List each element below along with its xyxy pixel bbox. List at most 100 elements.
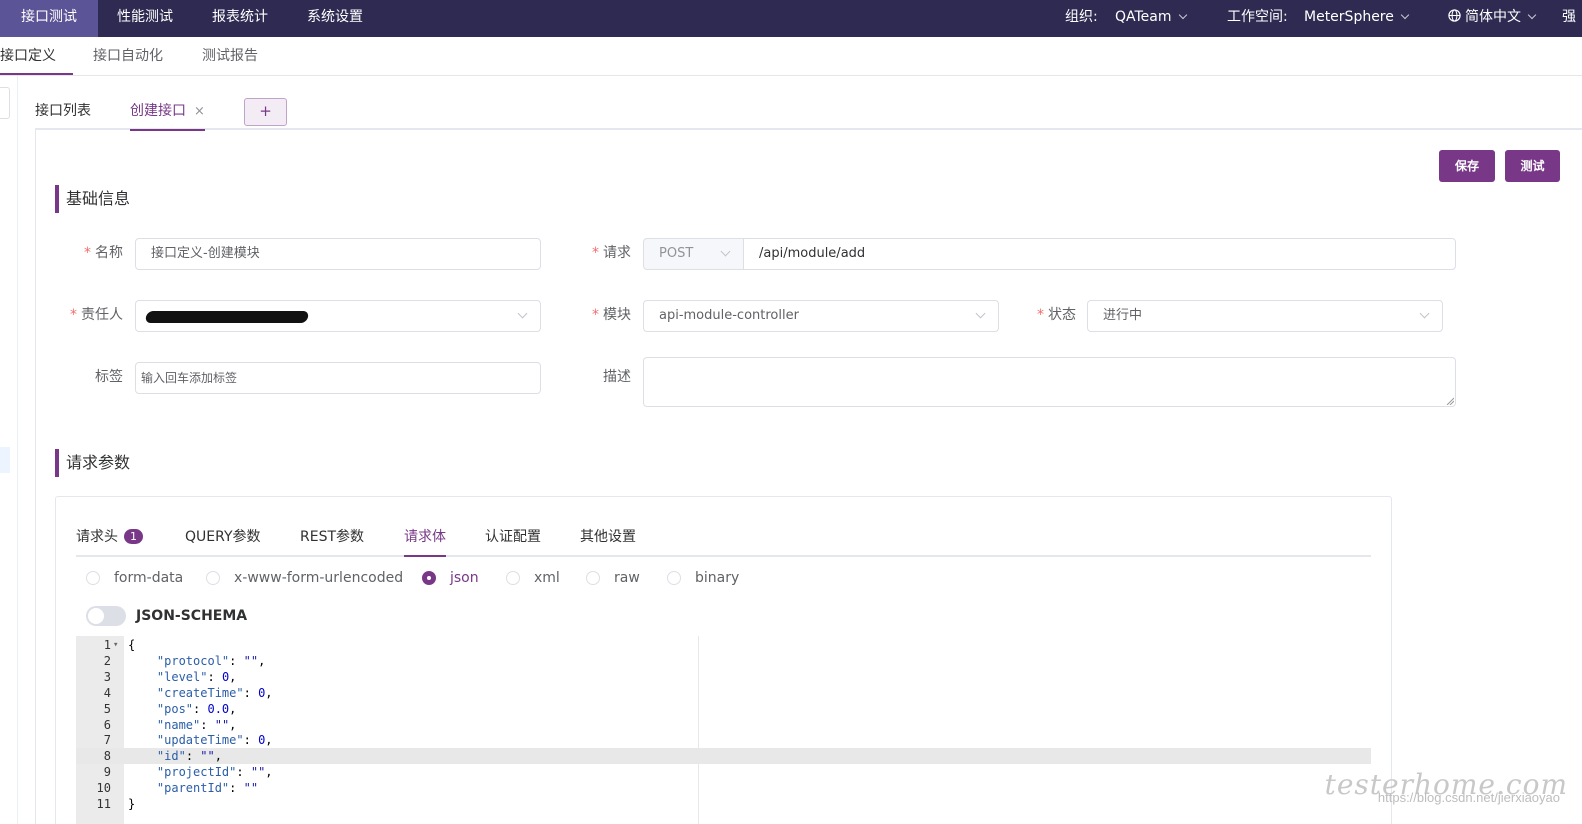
- radio-x-www-form-urlencoded[interactable]: x-www-form-urlencoded: [206, 568, 403, 588]
- nav-performance-test[interactable]: 性能测试: [96, 0, 194, 37]
- owner-select[interactable]: [135, 300, 541, 332]
- required-mark: *: [1037, 307, 1044, 323]
- line-number: 1: [103, 638, 111, 652]
- module-label: * 模块: [575, 299, 631, 331]
- json-schema-label: JSON-SCHEMA: [136, 608, 248, 624]
- path-input[interactable]: /api/module/add: [743, 238, 1456, 270]
- test-button[interactable]: 测试: [1505, 150, 1560, 182]
- radio-raw[interactable]: raw: [586, 568, 640, 588]
- radio-xml[interactable]: xml: [506, 568, 560, 588]
- radio-dot: [86, 571, 100, 585]
- user-menu[interactable]: 强: [1562, 0, 1582, 37]
- status-label-text: 状态: [1048, 307, 1076, 323]
- tab-query-params[interactable]: QUERY参数: [185, 520, 261, 555]
- tab-create-api-label: 创建接口: [130, 103, 186, 119]
- json-value: "": [243, 781, 259, 796]
- code-text: "name": "",: [156, 717, 237, 732]
- tab-request-headers-label: 请求头: [76, 529, 118, 545]
- toggle-knob: [88, 608, 104, 624]
- module-label-text: 模块: [603, 307, 631, 323]
- module-select[interactable]: api-module-controller: [643, 300, 999, 332]
- tab-rest-params[interactable]: REST参数: [300, 520, 364, 555]
- status-select[interactable]: 进行中: [1087, 300, 1443, 332]
- globe-icon: [1448, 9, 1461, 22]
- close-icon[interactable]: ×: [194, 104, 205, 119]
- tab-create-api[interactable]: 创建接口 ×: [130, 96, 205, 131]
- count-badge: 1: [124, 529, 143, 544]
- tab-request-headers[interactable]: 请求头 1: [76, 520, 143, 555]
- path-value: /api/module/add: [759, 246, 866, 261]
- add-tab-button[interactable]: +: [244, 98, 287, 126]
- code-brace: }: [128, 797, 136, 811]
- method-select[interactable]: POST: [643, 238, 744, 270]
- json-editor[interactable]: 1 ▾{2 "protocol": "", 3 "level": 0, 4 "crea…: [76, 636, 1371, 824]
- json-comma: ,: [265, 733, 273, 748]
- json-key: "createTime": [156, 685, 244, 700]
- module-value: api-module-controller: [659, 308, 799, 323]
- name-input[interactable]: 接口定义-创建模块: [135, 238, 541, 270]
- tab-request-body[interactable]: 请求体: [404, 520, 446, 557]
- nav-report[interactable]: 报表统计: [191, 0, 289, 37]
- radio-json[interactable]: json: [422, 568, 479, 588]
- tag-input[interactable]: 输入回车添加标签: [135, 362, 541, 394]
- radio-form-data[interactable]: form-data: [86, 568, 183, 588]
- desc-label: 描述: [603, 369, 631, 385]
- param-tabs: 请求头 1 QUERY参数 REST参数 请求体 认证配置 其他设置: [76, 520, 1371, 557]
- json-comma: ,: [265, 765, 273, 780]
- tab-auth-config[interactable]: 认证配置: [485, 520, 541, 555]
- json-value: "": [243, 653, 259, 668]
- chevron-down-icon: [517, 308, 528, 319]
- code-line: 5 "pos": 0.0,: [76, 701, 1371, 717]
- code-text: "createTime": 0,: [156, 685, 273, 700]
- chevron-down-icon: [720, 246, 731, 257]
- json-comma: ,: [229, 717, 237, 732]
- json-value: "": [200, 749, 215, 764]
- workspace-switcher[interactable]: MeterSphere: [1304, 0, 1410, 37]
- name-label: * 名称: [60, 237, 123, 269]
- line-number: 11: [96, 797, 111, 811]
- request-label: * 请求: [575, 237, 631, 269]
- code-text: "id": "",: [156, 749, 222, 764]
- org-switcher[interactable]: QATeam: [1115, 0, 1187, 37]
- json-key: "projectId": [156, 765, 237, 780]
- fold-icon[interactable]: ▾: [113, 637, 118, 653]
- nav-settings[interactable]: 系统设置: [286, 0, 384, 37]
- subnav-api-definition[interactable]: 接口定义: [0, 37, 73, 75]
- desc-textarea[interactable]: [643, 357, 1456, 407]
- json-value: "": [250, 765, 266, 780]
- workspace-label: 工作空间:: [1227, 9, 1288, 25]
- divider: [35, 130, 36, 824]
- line-number: 6: [103, 717, 111, 732]
- method-value: POST: [659, 246, 694, 261]
- org-label: 组织:: [1065, 9, 1098, 25]
- code-text: "level": 0,: [156, 669, 237, 684]
- radio-binary[interactable]: binary: [667, 568, 739, 588]
- code-line: 4 "createTime": 0,: [76, 685, 1371, 701]
- name-input-value: 接口定义-创建模块: [151, 246, 260, 261]
- tab-api-list[interactable]: 接口列表: [35, 96, 91, 130]
- resize-handle-icon[interactable]: [1446, 397, 1454, 405]
- save-button[interactable]: 保存: [1439, 150, 1495, 182]
- tab-other-settings[interactable]: 其他设置: [580, 520, 636, 555]
- subnav-test-report[interactable]: 测试报告: [202, 37, 258, 75]
- json-key: "parentId": [156, 781, 230, 796]
- json-comma: ,: [229, 701, 237, 716]
- chevron-down-icon: [975, 308, 986, 319]
- code-line: 9 "projectId": "",: [76, 764, 1371, 780]
- code-line: 10 "parentId": "": [76, 780, 1371, 796]
- subnav-api-automation[interactable]: 接口自动化: [93, 37, 163, 75]
- nav-api-test[interactable]: 接口测试: [0, 0, 98, 37]
- json-schema-toggle[interactable]: [86, 606, 126, 626]
- divider: [17, 76, 18, 824]
- required-mark: *: [70, 307, 77, 323]
- language-switcher[interactable]: 简体中文: [1448, 0, 1537, 37]
- workspace-value: MeterSphere: [1304, 9, 1394, 25]
- code-line: 11}: [76, 796, 1371, 812]
- json-key: "level": [156, 669, 208, 684]
- module-tree-selected[interactable]: [0, 447, 10, 473]
- basic-info-title: 基础信息: [55, 185, 130, 213]
- tag-placeholder: 输入回车添加标签: [141, 371, 238, 385]
- module-tree-toggle[interactable]: [0, 87, 10, 119]
- code-text: "protocol": "",: [156, 653, 266, 668]
- owner-label: * 责任人: [60, 299, 123, 331]
